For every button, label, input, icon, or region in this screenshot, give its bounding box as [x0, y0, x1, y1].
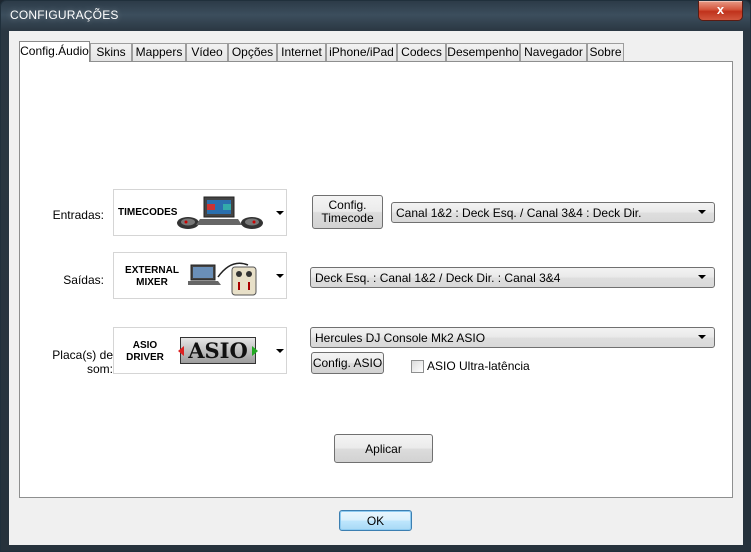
tab-opcoes[interactable]: Opções [228, 43, 277, 61]
inputs-label: Entradas: [52, 208, 104, 222]
soundcard-dropdown-arrow[interactable] [276, 349, 284, 353]
chevron-down-icon [698, 210, 706, 214]
configuracoes-dialog: CONFIGURAÇÕES x Config.Áudio Skins Mappe… [0, 0, 751, 552]
tab-internet[interactable]: Internet [277, 43, 326, 61]
tab-navegador[interactable]: Navegador [520, 43, 587, 61]
ok-button[interactable]: OK [339, 510, 412, 531]
inputs-dropdown-arrow[interactable] [276, 211, 284, 215]
green-arrow-icon [252, 346, 258, 356]
window-title: CONFIGURAÇÕES [10, 8, 119, 22]
asio-logo-text: ASIO [188, 338, 248, 363]
asio-ultra-latency-label: ASIO Ultra-latência [427, 359, 530, 373]
tab-skins[interactable]: Skins [90, 43, 132, 61]
tab-sobre[interactable]: Sobre [587, 43, 624, 61]
chevron-down-icon [698, 275, 706, 279]
tab-iphone-ipad[interactable]: iPhone/iPad [326, 43, 397, 61]
config-timecode-button[interactable]: Config. Timecode [312, 195, 383, 229]
soundcard-label: Placa(s) de som: [52, 348, 113, 376]
outputs-image-selector[interactable]: EXTERNAL MIXER [113, 252, 287, 299]
config-asio-button[interactable]: Config. ASIO [311, 352, 384, 374]
asio-driver-image-text: ASIO DRIVER [126, 340, 164, 363]
dialog-client-area: Config.Áudio Skins Mappers Vídeo Opções … [9, 31, 743, 545]
laptop-mixer-icon [188, 262, 257, 296]
tab-mappers[interactable]: Mappers [132, 43, 186, 61]
soundcard-image-selector[interactable]: ASIO DRIVER ASIO [113, 327, 287, 374]
tab-config-audio[interactable]: Config.Áudio [19, 41, 90, 62]
external-mixer-image-text: EXTERNAL MIXER [125, 265, 179, 288]
outputs-dropdown-arrow[interactable] [276, 274, 284, 278]
turntables-laptop-icon [177, 196, 263, 229]
close-icon: x [716, 2, 725, 17]
outputs-routing-value: Deck Esq. : Canal 1&2 / Deck Dir. : Cana… [315, 271, 561, 285]
inputs-routing-value: Canal 1&2 : Deck Esq. / Canal 3&4 : Deck… [396, 206, 642, 220]
asio-ultra-latency-checkbox[interactable] [411, 360, 424, 373]
timecodes-image-text: TIMECODES [118, 207, 178, 218]
close-button[interactable]: x [698, 1, 743, 21]
tab-video[interactable]: Vídeo [186, 43, 228, 61]
audio-config-panel: Entradas: TIMECODES Config. Timecode Can… [19, 61, 733, 498]
soundcard-device-select[interactable]: Hercules DJ Console Mk2 ASIO [310, 327, 715, 348]
red-arrow-icon [178, 346, 184, 356]
soundcard-device-value: Hercules DJ Console Mk2 ASIO [315, 331, 486, 345]
asio-logo: ASIO [178, 337, 258, 364]
inputs-image-selector[interactable]: TIMECODES [113, 189, 287, 236]
outputs-label: Saídas: [63, 273, 104, 287]
inputs-routing-select[interactable]: Canal 1&2 : Deck Esq. / Canal 3&4 : Deck… [391, 202, 715, 223]
outputs-routing-select[interactable]: Deck Esq. : Canal 1&2 / Deck Dir. : Cana… [310, 267, 715, 288]
title-bar[interactable]: CONFIGURAÇÕES x [1, 1, 750, 31]
apply-button[interactable]: Aplicar [334, 434, 433, 463]
chevron-down-icon [698, 335, 706, 339]
tab-codecs[interactable]: Codecs [397, 43, 446, 61]
tab-desempenho[interactable]: Desempenho [446, 43, 520, 61]
